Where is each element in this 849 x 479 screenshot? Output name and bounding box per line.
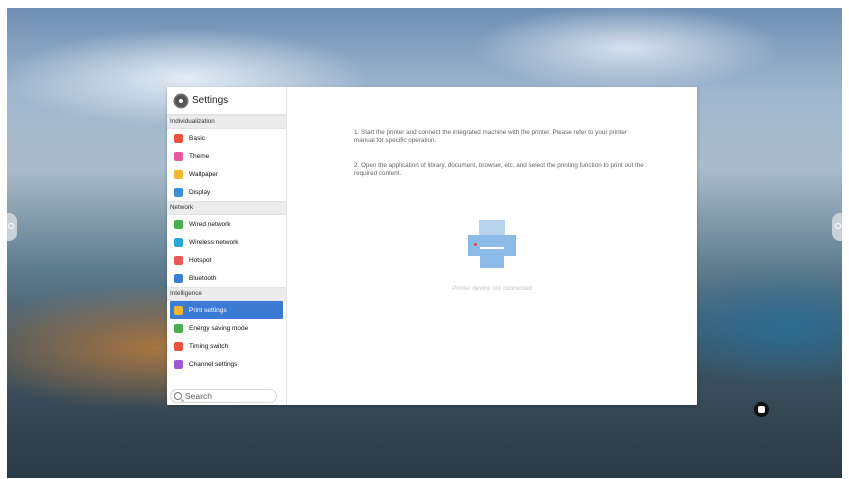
section-individualization: Individualization <box>167 115 286 129</box>
sidebar-item-bluetooth[interactable]: Bluetooth <box>167 269 286 287</box>
sidebar-item-channel-settings[interactable]: Channel settings <box>167 355 286 373</box>
sidebar-item-basic[interactable]: Basic <box>167 129 286 147</box>
bluetooth-icon <box>174 273 183 283</box>
settings-title: Settings <box>192 95 229 106</box>
sidebar-item-theme[interactable]: Theme <box>167 147 286 165</box>
instruction-step-2: 2. Open the application of library, docu… <box>354 162 644 177</box>
wifi-icon <box>174 237 183 247</box>
sidebar-item-timing-switch[interactable]: Timing switch <box>167 337 286 355</box>
section-network: Network <box>167 201 286 215</box>
display-icon <box>174 187 183 197</box>
sidebar-item-label: Wallpaper <box>189 170 219 178</box>
printer-status: Printer device not connected <box>452 285 532 292</box>
settings-window: Settings Individualization Basic Theme W… <box>167 87 697 405</box>
sidebar-item-label: Basic <box>189 134 205 142</box>
wired-network-icon <box>174 219 183 229</box>
printer-icon <box>468 220 518 272</box>
sidebar-item-label: Theme <box>189 152 210 160</box>
sidebar-item-label: Bluetooth <box>189 274 217 282</box>
search-input[interactable] <box>185 391 270 401</box>
right-sidebar-handle[interactable] <box>832 213 842 241</box>
wallpaper-icon <box>174 169 183 179</box>
section-intelligence: Intelligence <box>167 287 286 301</box>
timing-icon <box>174 341 183 351</box>
hotspot-icon <box>174 255 183 265</box>
sidebar-item-energy-saving-mode[interactable]: Energy saving mode <box>167 319 286 337</box>
sidebar-item-print-settings[interactable]: Print settings <box>170 301 283 319</box>
theme-icon <box>174 151 183 161</box>
sidebar-item-wireless-network[interactable]: Wireless network <box>167 233 286 251</box>
sidebar-item-label: Display <box>189 188 211 196</box>
sidebar-item-label: Print settings <box>189 306 227 314</box>
settings-sidebar: Settings Individualization Basic Theme W… <box>167 87 287 405</box>
channel-icon <box>174 359 183 369</box>
search-box[interactable] <box>170 389 277 403</box>
floating-home-button[interactable] <box>754 402 769 417</box>
basic-icon <box>174 133 183 143</box>
sidebar-item-hotspot[interactable]: Hotspot <box>167 251 286 269</box>
print-icon <box>174 305 183 315</box>
sidebar-item-label: Hotspot <box>189 256 212 264</box>
print-settings-panel: 1. Start the printer and connect the int… <box>287 87 697 405</box>
sidebar-item-label: Timing switch <box>189 342 229 350</box>
sidebar-item-wallpaper[interactable]: Wallpaper <box>167 165 286 183</box>
instruction-step-1: 1. Start the printer and connect the int… <box>354 129 628 144</box>
sidebar-item-display[interactable]: Display <box>167 183 286 201</box>
square-icon <box>758 406 765 413</box>
search-icon <box>174 392 182 400</box>
gear-icon <box>175 94 187 107</box>
settings-header: Settings <box>167 87 286 115</box>
sidebar-item-label: Energy saving mode <box>189 324 249 332</box>
energy-icon <box>174 323 183 333</box>
sidebar-item-label: Wireless network <box>189 238 239 246</box>
sidebar-item-label: Channel settings <box>189 360 238 368</box>
desktop-background: Settings Individualization Basic Theme W… <box>7 8 842 478</box>
sidebar-item-label: Wired network <box>189 220 231 228</box>
sidebar-item-wired-network[interactable]: Wired network <box>167 215 286 233</box>
left-sidebar-handle[interactable] <box>7 213 17 241</box>
